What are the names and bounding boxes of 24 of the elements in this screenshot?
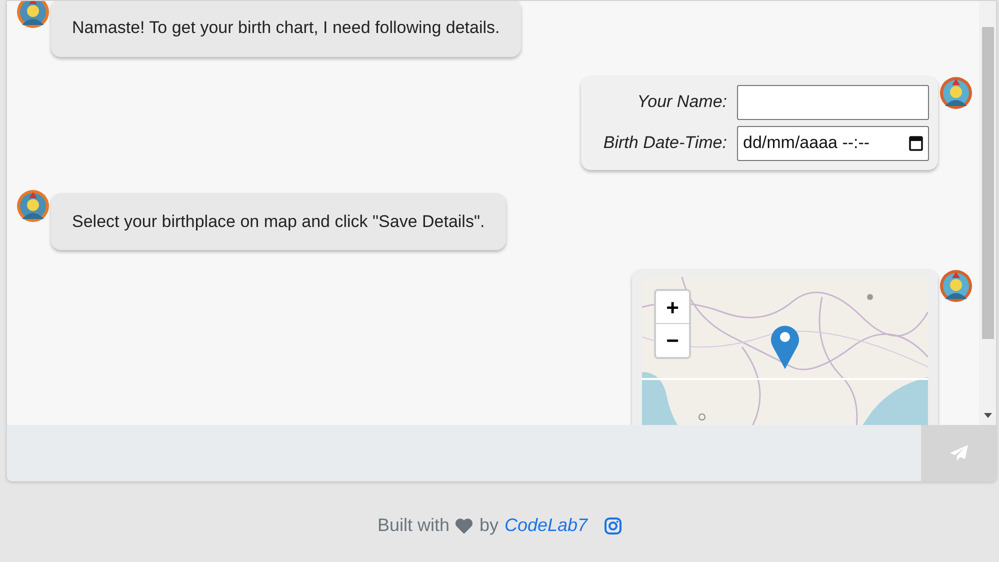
footer-text: by: [479, 514, 498, 537]
datetime-field[interactable]: dd/mm/aaaa --:--: [737, 126, 929, 160]
message-bubble: Namaste! To get your birth chart, I need following details.: [51, 1, 521, 56]
scroll-down-icon[interactable]: [984, 413, 992, 418]
field-label: Your Name:: [636, 91, 727, 114]
zoom-out-button[interactable]: −: [656, 324, 689, 357]
footer-text: Built with: [377, 514, 450, 537]
zoom-in-button[interactable]: +: [656, 291, 689, 324]
send-icon: [950, 445, 968, 462]
instagram-icon[interactable]: [604, 516, 622, 534]
message-bubble: Select your birthplace on map and click "Save Details".: [51, 192, 506, 250]
map-pin-icon[interactable]: [770, 323, 800, 369]
avatar-icon: [16, 188, 50, 222]
scrollbar[interactable]: [979, 1, 996, 426]
field-placeholder: dd/mm/aaaa --:--: [743, 132, 870, 154]
codelab-link[interactable]: CodeLab7: [504, 512, 588, 539]
avatar-icon: [939, 269, 973, 303]
message-input[interactable]: [7, 425, 921, 481]
heart-icon: [455, 518, 474, 534]
name-field[interactable]: [737, 84, 929, 120]
field-label: Birth Date-Time:: [603, 132, 727, 154]
calendar-icon[interactable]: [909, 135, 923, 151]
avatar-icon: [939, 76, 973, 110]
avatar-icon: [16, 1, 50, 29]
